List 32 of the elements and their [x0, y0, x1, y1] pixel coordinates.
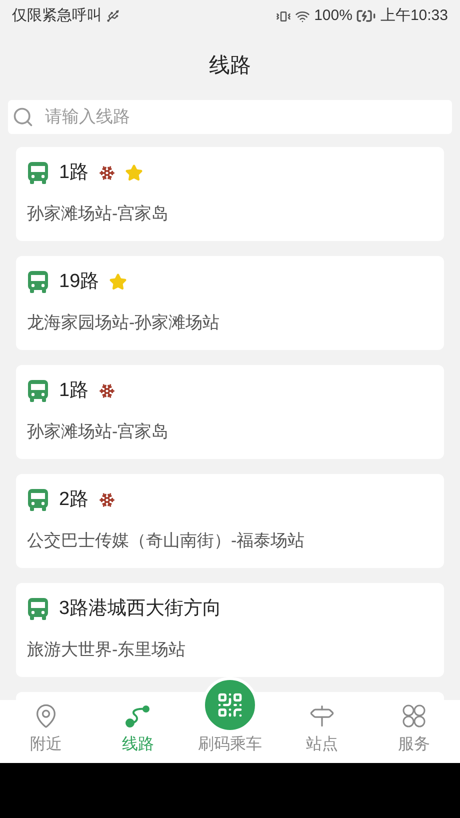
bus-icon — [27, 270, 49, 294]
vibrate-icon — [276, 8, 292, 24]
signpost-icon — [309, 703, 335, 729]
page-title: 线路 — [209, 53, 251, 80]
route-stops: 龙海家园场站-孙家滩场站 — [27, 312, 221, 334]
route-name: 3路港城西大街方向 — [59, 597, 222, 621]
grid-icon — [401, 703, 427, 729]
route-stops: 孙家滩场站-宫家岛 — [27, 420, 170, 442]
route-name: 1路 — [59, 161, 89, 185]
route-stops: 旅游大世界-东里场站 — [27, 638, 187, 660]
bus-icon — [27, 597, 49, 622]
bus-icon — [27, 488, 49, 512]
search-field[interactable]: 请输入线路 — [8, 100, 452, 134]
clock-time: 上午10:33 — [380, 6, 448, 26]
route-card[interactable]: 1路 孙家滩场站-宫家岛 — [16, 365, 444, 459]
route-card[interactable]: 19路 龙海家园场站-孙家滩场站 — [16, 256, 444, 350]
carrier-text: 仅限紧急呼叫 — [12, 6, 102, 26]
bus-icon — [27, 161, 49, 186]
route-card[interactable]: 3路港城西大街方向 旅游大世界-东里场站 — [16, 583, 444, 677]
route-name: 19路 — [59, 270, 100, 294]
route-card[interactable]: 2路 公交巴士传媒（奇山南街）-福泰场站 — [16, 474, 444, 568]
route-stops: 孙家滩场站-宫家岛 — [27, 202, 170, 224]
route-stops: 公交巴士传媒（奇山南街）-福泰场站 — [27, 530, 306, 552]
route-card[interactable]: 1路 孙家滩场站-宫家岛 — [16, 147, 444, 241]
battery-percent: 100% — [314, 6, 352, 26]
route-name: 2路 — [59, 488, 89, 512]
qr-code-icon — [216, 691, 244, 719]
wifi-icon — [295, 8, 310, 24]
usb-icon — [106, 9, 120, 23]
route-name: 1路 — [59, 379, 89, 403]
bus-icon — [27, 379, 49, 404]
search-icon — [12, 106, 34, 128]
